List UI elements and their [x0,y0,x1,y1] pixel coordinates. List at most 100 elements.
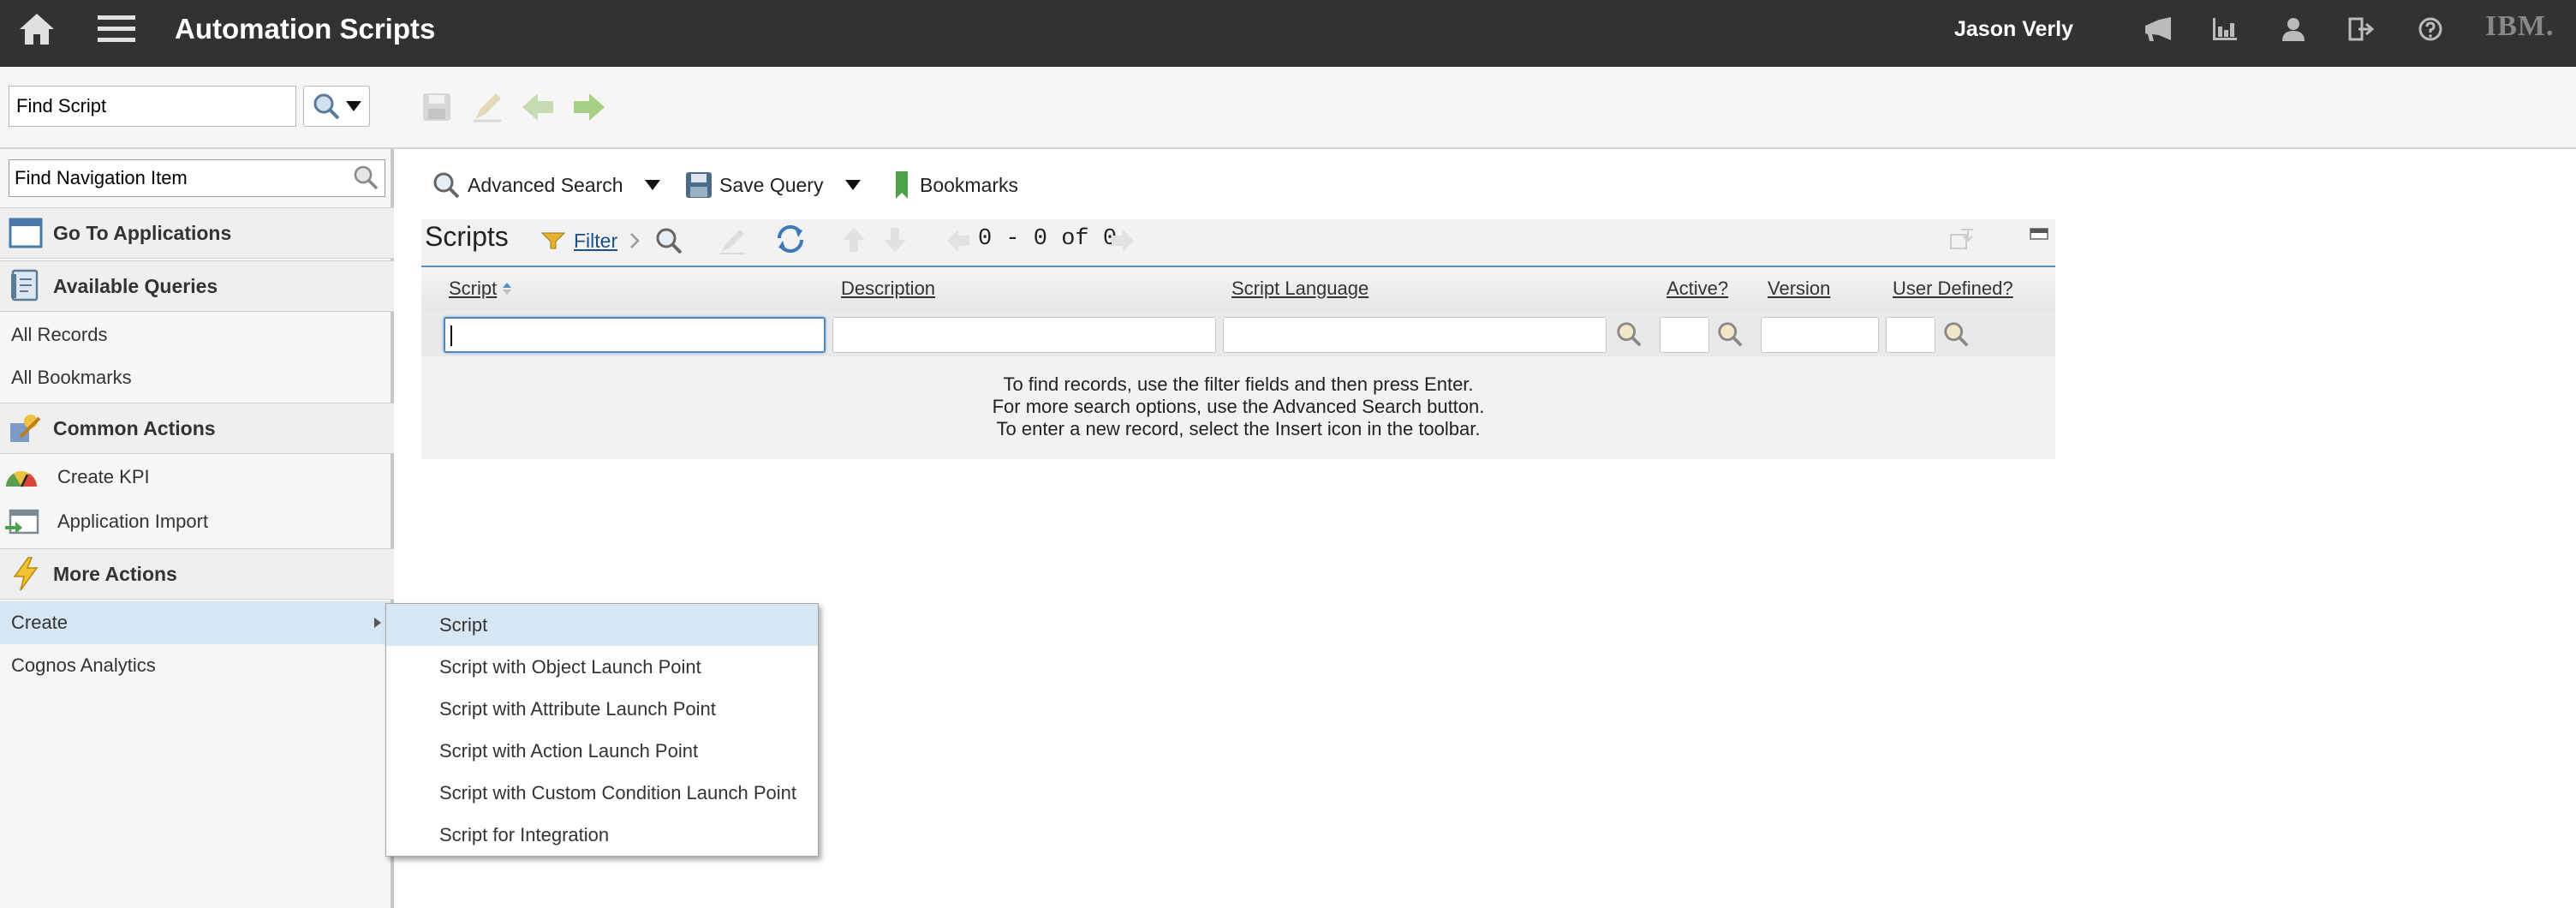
column-header-script[interactable]: Script [449,278,497,300]
bookmarks-label: Bookmarks [920,173,1019,196]
empty-results-message: To enter a new record, select the Insert… [996,418,1481,439]
menu-item-script-for-integration[interactable]: Script for Integration [386,814,818,856]
next-record-icon[interactable] [570,89,608,125]
user-name: Jason Verly [1954,17,2073,41]
save-icon[interactable] [420,89,454,125]
query-all-bookmarks[interactable]: All Bookmarks [0,356,391,399]
action-cognos-analytics[interactable]: Cognos Analytics [0,644,391,687]
action-application-import[interactable]: Application Import [0,500,391,543]
profile-icon[interactable] [2276,0,2311,58]
dropdown-arrow-icon [645,180,660,190]
help-icon[interactable] [2413,0,2448,58]
kpi-gauge-icon [3,463,39,492]
empty-results-message: To find records, use the filter fields a… [1003,373,1474,395]
filter-funnel-icon[interactable] [540,231,566,254]
results-title: Scripts [425,221,509,252]
advanced-search-dropdown[interactable] [637,168,668,202]
filter-active-input[interactable] [1660,317,1709,353]
paging-info: 0 - 0 of 0 [978,226,1118,252]
reports-icon[interactable] [2208,0,2242,58]
script-language-lookup-icon[interactable] [1615,320,1644,349]
table-header-row: Script Description Script Language Activ… [421,266,2055,310]
app-title: Automation Scripts [175,13,436,45]
ibm-logo: IBM. [2485,10,2555,42]
clear-changes-icon[interactable] [469,89,505,125]
bulletins-icon[interactable] [2141,0,2175,58]
menu-item-script-custom-condition-launch-point[interactable]: Script with Custom Condition Launch Poin… [386,772,818,814]
action-label: Create KPI [57,466,150,487]
nav-search-icon[interactable] [353,164,379,194]
dropdown-arrow-icon [845,180,861,190]
user-defined-lookup-icon[interactable] [1942,320,1971,349]
filter-description-input[interactable] [832,317,1216,353]
top-header-bar: Automation Scripts Jason Verly IBM. [0,0,2576,67]
save-query-label: Save Query [719,173,824,196]
sign-out-icon[interactable] [2345,0,2379,58]
applications-window-icon [7,214,45,252]
section-label: Available Queries [53,274,218,297]
move-down-icon[interactable] [882,226,908,258]
action-label: Create [11,612,69,633]
save-query-dropdown[interactable] [838,168,868,202]
collapse-table-icon[interactable] [2030,228,2048,244]
search-icon [312,92,341,121]
menu-item-script-attribute-launch-point[interactable]: Script with Attribute Launch Point [386,688,818,730]
home-icon[interactable] [15,0,58,58]
filter-user-defined-input[interactable] [1886,317,1935,353]
lightning-bolt-icon [7,555,45,593]
sidebar: Find Navigation Item Go To Applications … [0,149,394,908]
column-header-script-language[interactable]: Script Language [1231,278,1368,300]
section-go-to-applications[interactable]: Go To Applications [0,207,394,259]
save-query-button[interactable]: Save Query [685,168,823,202]
menu-item-script-object-launch-point[interactable]: Script with Object Launch Point [386,646,818,688]
bookmarks-button[interactable]: Bookmarks [894,168,1018,202]
action-label: Application Import [57,511,209,532]
section-common-actions: Common Actions [0,403,394,454]
menu-item-script[interactable]: Script [386,604,818,646]
application-import-icon [3,507,39,536]
filter-script-language-input[interactable] [1223,317,1607,353]
previous-page-icon[interactable] [945,228,971,258]
filter-script-input[interactable] [444,317,826,353]
section-label: Go To Applications [53,221,232,244]
action-create-kpi[interactable]: Create KPI [0,456,391,499]
find-script-search-button[interactable] [303,86,370,127]
action-create[interactable]: Create [0,601,391,644]
filter-row [421,310,2055,356]
column-header-user-defined[interactable]: User Defined? [1893,278,2013,300]
magnifier-icon [432,170,461,200]
hamburger-menu-icon[interactable] [96,0,137,58]
column-header-description[interactable]: Description [841,278,935,300]
next-page-icon[interactable] [1110,228,1136,258]
active-lookup-icon[interactable] [1716,320,1745,349]
empty-results-message: For more search options, use the Advance… [992,396,1485,417]
menu-item-script-action-launch-point[interactable]: Script with Action Launch Point [386,730,818,772]
clear-filter-icon[interactable] [718,226,747,260]
filter-link[interactable]: Filter [574,230,617,253]
filter-version-input[interactable] [1761,317,1879,353]
refresh-icon[interactable] [774,223,807,260]
sort-ascending-icon[interactable] [502,279,512,301]
bookmark-icon [894,170,909,200]
section-label: Common Actions [53,416,216,439]
download-icon[interactable] [1949,228,1975,254]
section-available-queries: Available Queries [0,260,394,312]
section-label: More Actions [53,562,177,585]
previous-record-icon[interactable] [519,89,557,125]
query-all-records[interactable]: All Records [0,314,391,356]
create-submenu: Script Script with Object Launch Point S… [385,603,819,857]
column-header-version[interactable]: Version [1768,278,1830,300]
floppy-disk-icon [685,171,713,199]
move-up-icon[interactable] [841,226,867,258]
advanced-search-label: Advanced Search [468,173,623,196]
section-more-actions: More Actions [0,548,394,600]
column-header-active[interactable]: Active? [1667,278,1728,300]
app-toolbar: Find Script [0,67,2576,149]
expand-filter-chevron-icon[interactable] [629,230,641,256]
advanced-search-button[interactable]: Advanced Search [432,168,623,202]
find-navigation-item-input[interactable]: Find Navigation Item [9,159,385,197]
find-icon[interactable] [654,226,683,260]
common-actions-icon [7,409,45,447]
dropdown-arrow-icon [346,101,361,111]
find-script-input[interactable]: Find Script [9,86,296,127]
